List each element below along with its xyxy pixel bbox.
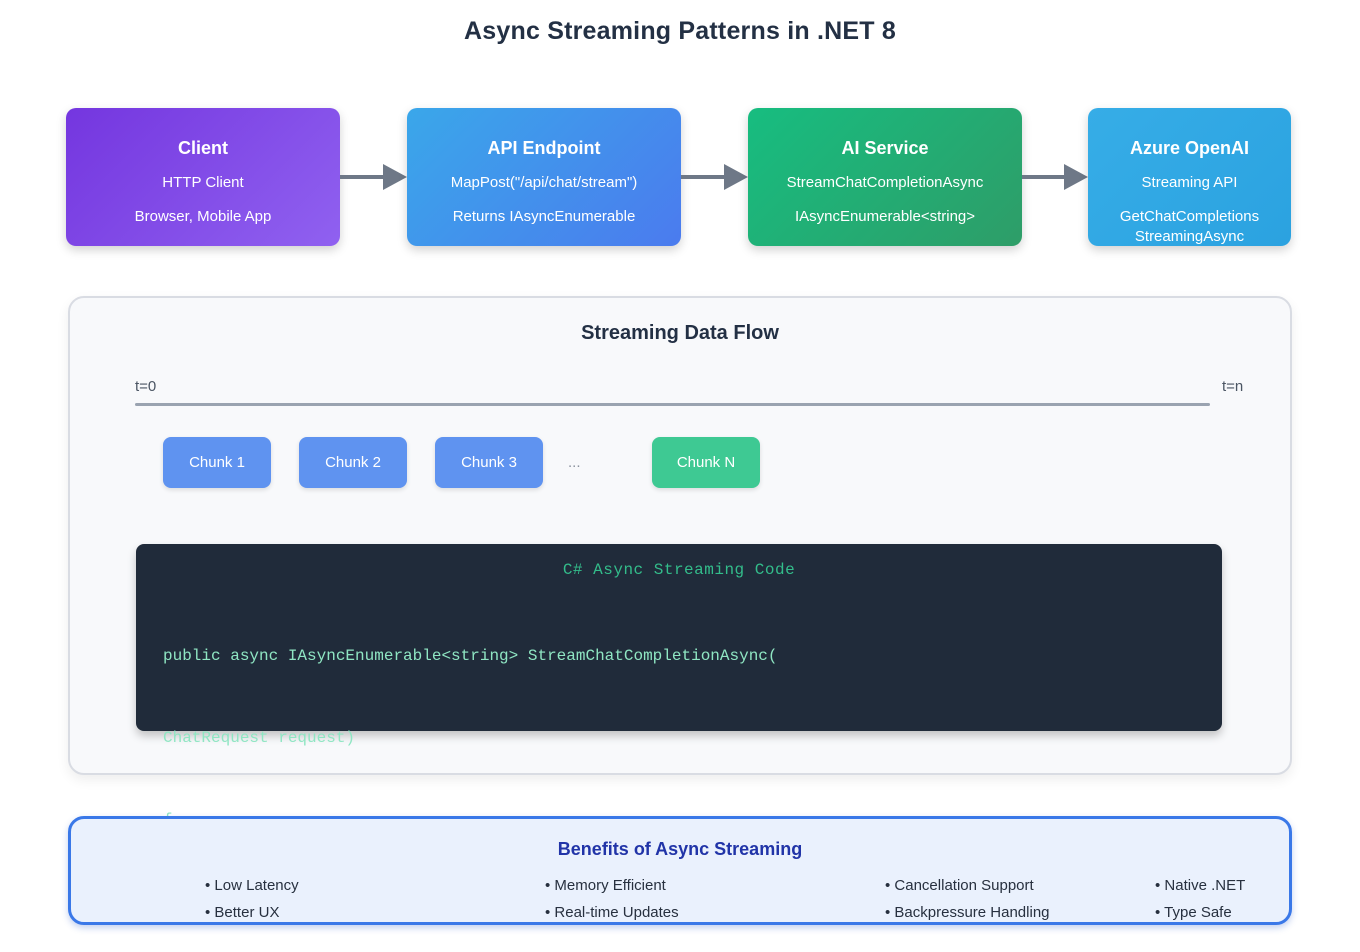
flow-box-line: HTTP Client xyxy=(66,173,340,193)
arrow-head-icon xyxy=(724,164,748,190)
code-line: ChatRequest request) xyxy=(163,725,1222,752)
chunk-3: Chunk 3 xyxy=(435,437,543,488)
flow-box-title: Client xyxy=(66,108,340,159)
timeline-end-label: t=n xyxy=(1222,378,1243,395)
benefits-title: Benefits of Async Streaming xyxy=(71,839,1289,860)
code-header: C# Async Streaming Code xyxy=(136,544,1222,579)
flow-arrow xyxy=(681,164,748,190)
flow-box-line: Streaming API xyxy=(1088,173,1291,193)
arrow-shaft xyxy=(1022,175,1066,179)
flow-box-line: IAsyncEnumerable<string> xyxy=(748,207,1022,227)
flow-box-ai-service: AI Service StreamChatCompletionAsync IAs… xyxy=(748,108,1022,246)
flow-arrow xyxy=(1022,164,1088,190)
arrow-head-icon xyxy=(1064,164,1088,190)
flow-box-line: Returns IAsyncEnumerable xyxy=(407,207,681,227)
flow-box-line: MapPost("/api/chat/stream") xyxy=(407,173,681,193)
benefits-column-2: • Memory Efficient • Real-time Updates xyxy=(545,872,679,926)
flow-box-title: AI Service xyxy=(748,108,1022,159)
flow-box-line: StreamChatCompletionAsync xyxy=(748,173,1022,193)
benefits-column-3: • Cancellation Support • Backpressure Ha… xyxy=(885,872,1050,926)
benefit-item: • Better UX xyxy=(205,899,299,926)
flow-box-line: GetChatCompletions StreamingAsync xyxy=(1088,207,1291,247)
flow-box-line: Browser, Mobile App xyxy=(66,207,340,227)
benefit-item: • Type Safe xyxy=(1155,899,1245,926)
code-line: public async IAsyncEnumerable<string> St… xyxy=(163,643,1222,670)
flow-arrow xyxy=(340,164,407,190)
stream-card: Streaming Data Flow t=0 t=n Chunk 1 Chun… xyxy=(68,296,1292,775)
benefit-item: • Real-time Updates xyxy=(545,899,679,926)
arrow-shaft xyxy=(681,175,726,179)
timeline-line xyxy=(135,403,1210,406)
flow-box-api-endpoint: API Endpoint MapPost("/api/chat/stream")… xyxy=(407,108,681,246)
page-title: Async Streaming Patterns in .NET 8 xyxy=(0,17,1360,46)
benefits-card: Benefits of Async Streaming • Low Latenc… xyxy=(68,816,1292,925)
benefit-item: • Backpressure Handling xyxy=(885,899,1050,926)
arrow-shaft xyxy=(340,175,385,179)
benefit-item: • Cancellation Support xyxy=(885,872,1050,899)
benefits-column-1: • Low Latency • Better UX xyxy=(205,872,299,926)
timeline-start-label: t=0 xyxy=(135,378,156,395)
benefit-item: • Native .NET xyxy=(1155,872,1245,899)
code-block: C# Async Streaming Code public async IAs… xyxy=(136,544,1222,731)
flow-box-client: Client HTTP Client Browser, Mobile App xyxy=(66,108,340,246)
flow-box-azure-openai: Azure OpenAI Streaming API GetChatComple… xyxy=(1088,108,1291,246)
arrow-head-icon xyxy=(383,164,407,190)
benefit-item: • Memory Efficient xyxy=(545,872,679,899)
diagram-page: Async Streaming Patterns in .NET 8 Clien… xyxy=(0,0,1360,952)
flow-box-title: API Endpoint xyxy=(407,108,681,159)
chunk-n: Chunk N xyxy=(652,437,760,488)
chunk-2: Chunk 2 xyxy=(299,437,407,488)
chunk-1: Chunk 1 xyxy=(163,437,271,488)
benefits-column-4: • Native .NET • Type Safe xyxy=(1155,872,1245,926)
benefit-item: • Low Latency xyxy=(205,872,299,899)
stream-card-title: Streaming Data Flow xyxy=(70,322,1290,345)
flow-box-title: Azure OpenAI xyxy=(1088,108,1291,159)
chunk-ellipsis: ... xyxy=(568,437,608,488)
